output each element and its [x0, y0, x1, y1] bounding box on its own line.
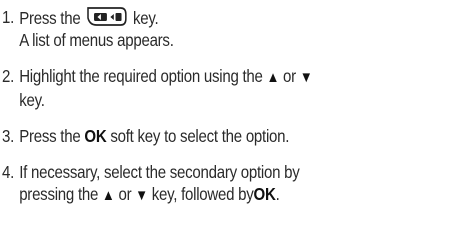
- step-text: soft key to select the option.: [110, 126, 290, 146]
- instruction-steps: 1. Press the key. A list of menus appear…: [2, 6, 403, 207]
- step-1: 1. Press the key. A list of menus appear…: [2, 6, 403, 51]
- up-arrow-icon: ▲: [266, 69, 280, 86]
- step-4: 4. If necessary, select the secondary op…: [2, 161, 403, 207]
- step-text: Highlight the required option using the: [19, 66, 263, 86]
- step-text: pressing the: [19, 184, 99, 204]
- step-number: 1.: [2, 7, 15, 27]
- step-number: 2.: [2, 66, 15, 86]
- down-arrow-icon: ▼: [135, 187, 148, 204]
- step-2: 2. Highlight the required option using t…: [2, 65, 403, 111]
- step-text: or: [118, 184, 132, 204]
- step-result: A list of menus appears.: [19, 30, 174, 50]
- ok-key-label: OK: [84, 126, 107, 146]
- step-3: 3. Press the OK soft key to select the o…: [2, 125, 403, 147]
- step-text: key.: [133, 8, 159, 28]
- down-arrow-icon: ▼: [299, 69, 313, 86]
- ok-key-label: OK: [253, 184, 276, 204]
- step-text: Press the: [19, 8, 81, 28]
- step-text: key.: [19, 90, 45, 110]
- menu-key-icon: [87, 7, 127, 26]
- step-text: .: [275, 184, 280, 204]
- step-text: If necessary, select the secondary optio…: [19, 162, 300, 182]
- step-number: 3.: [2, 126, 15, 146]
- step-text: key, followed by: [151, 184, 254, 204]
- step-text: Press the: [19, 126, 81, 146]
- step-number: 4.: [2, 162, 15, 182]
- up-arrow-icon: ▲: [102, 187, 115, 204]
- step-text: or: [283, 66, 296, 86]
